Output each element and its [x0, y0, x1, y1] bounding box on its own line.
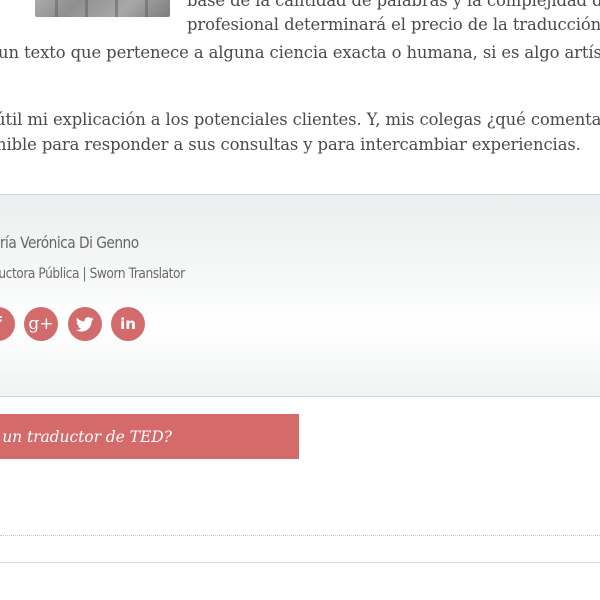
- divider: [0, 535, 600, 536]
- author-name[interactable]: aría Verónica Di Genno: [0, 233, 139, 252]
- facebook-icon: f: [0, 315, 2, 333]
- twitter-button[interactable]: [68, 307, 102, 341]
- article-text-line: un texto que pertenece a alguna ciencia …: [0, 43, 600, 62]
- article-image: [35, 0, 170, 17]
- twitter-icon: [76, 316, 94, 332]
- linkedin-button[interactable]: in: [111, 307, 145, 341]
- article-text-line: nible para responder a sus consultas y p…: [0, 135, 581, 154]
- next-post-link[interactable]: r un traductor de TED?: [0, 414, 299, 459]
- author-role: aductora Pública | Sworn Translator: [0, 266, 185, 282]
- google-plus-button[interactable]: g+: [24, 307, 58, 341]
- article-text-line: profesional determinará el precio de la …: [187, 15, 600, 34]
- article-text-line: base de la cantidad de palabras y la com…: [187, 0, 600, 10]
- article-text-line: útil mi explicación a los potenciales cl…: [0, 110, 600, 129]
- author-box: [0, 194, 600, 397]
- divider: [0, 562, 600, 563]
- google-plus-icon: g+: [28, 313, 54, 334]
- next-post-title: r un traductor de TED?: [0, 427, 172, 446]
- linkedin-icon: in: [120, 314, 136, 333]
- page: base de la cantidad de palabras y la com…: [0, 0, 600, 600]
